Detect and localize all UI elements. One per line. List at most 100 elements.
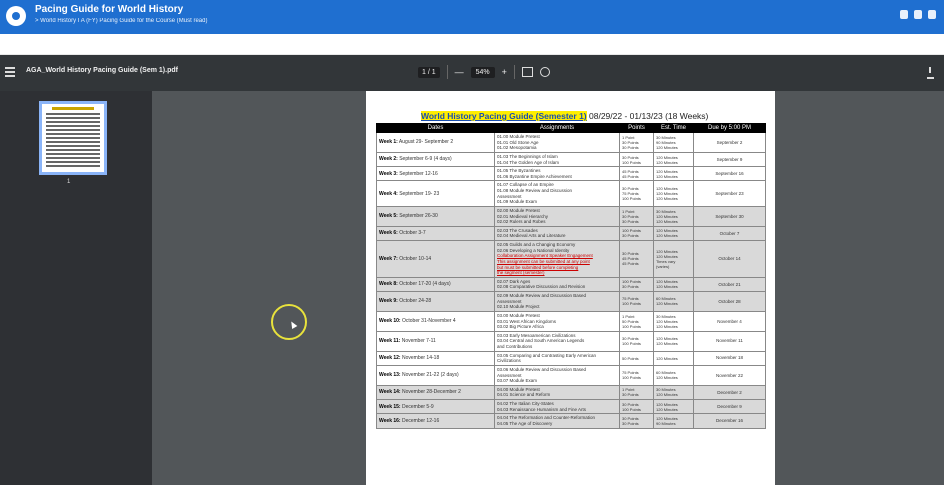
table-row: Week 16: December 12-16 04.04 The Reforma… (376, 413, 766, 429)
due-date-cell: October 28 (693, 291, 766, 312)
est-time-cell: 120 Minutes 120 Minutes (653, 166, 694, 182)
points-cell: 30 Points 100 Points (619, 398, 654, 415)
table-row: Week 8: October 17-20 (4 days) 02.07 Dark… (376, 276, 766, 293)
due-date-cell: December 2 (693, 384, 766, 401)
table-row: Week 7: October 10-14 02.05 Guilds and a … (376, 240, 766, 278)
thumbnail-page-number: 1 (67, 179, 71, 185)
assignments-cell: 04.00 Module Pretest 04.01 Science and Re… (494, 384, 620, 401)
points-cell: 30 Points 45 Points 45 Points (619, 240, 654, 278)
est-time-cell: 30 Minutes 120 Minutes 120 Minutes (653, 205, 694, 227)
due-date-cell: September 2 (693, 132, 766, 153)
menu-icon[interactable] (5, 67, 15, 77)
rotate-icon[interactable] (539, 67, 550, 77)
table-row: Week 5: September 26-30 02.00 Module Pret… (376, 205, 766, 227)
assignments-cell: 03.00 Module Pretest 03.01 West African K… (494, 310, 620, 332)
week-cell: Week 11: November 7-11 (376, 330, 495, 352)
week-cell: Week 3: September 12-16 (376, 166, 495, 182)
download-icon[interactable] (927, 67, 934, 79)
pdf-filename: AGA_World History Pacing Guide (Sem 1).p… (26, 67, 178, 74)
app-header: Pacing Guide for World History > World H… (0, 0, 944, 34)
table-row: Week 1: August 29- September 2 01.00 Modu… (376, 132, 766, 153)
due-date-cell: November 22 (693, 364, 766, 386)
est-time-cell: 30 Minutes 90 Minutes 120 Minutes (653, 132, 694, 153)
table-row: Week 2: September 6-9 (4 days) 01.03 The … (376, 151, 766, 168)
table-row: Week 10: October 31-November 4 03.00 Modu… (376, 310, 766, 332)
est-time-cell: 120 Minutes 120 Minutes Times vary (varies) (653, 240, 694, 278)
open-in-new-icon[interactable] (914, 10, 922, 19)
zoom-level-input[interactable]: 54% (470, 66, 495, 78)
table-row: Week 4: September 19- 23 01.07 Collapse o… (376, 180, 766, 207)
close-icon[interactable] (928, 10, 936, 19)
est-time-cell: 60 Minutes 120 Minutes (653, 364, 694, 386)
zoom-out-button[interactable]: — (455, 67, 464, 77)
week-cell: Week 4: September 19- 23 (376, 180, 495, 207)
table-row: Week 12: November 14-18 03.05 Comparing a… (376, 350, 766, 366)
assignments-cell: 01.00 Module Pretest 01.01 Old Stone Age 0… (494, 132, 620, 153)
week-cell: Week 12: November 14-18 (376, 350, 495, 366)
points-cell: 75 Points 100 Points (619, 291, 654, 312)
header-spacer (0, 34, 944, 55)
points-cell: 30 Points 75 Points 100 Points (619, 180, 654, 207)
week-cell: Week 9: October 24-28 (376, 291, 495, 312)
column-header: Assignments (494, 123, 620, 133)
assignments-cell: 01.03 The Beginnings of Islam 01.04 The G… (494, 151, 620, 168)
assignments-cell: 02.07 Dark Ages 02.08 Comparative Discuss… (494, 276, 620, 293)
est-time-cell: 120 Minutes 120 Minutes 120 Minutes (653, 180, 694, 207)
est-time-cell: 120 Minutes 120 Minutes (653, 398, 694, 415)
table-row: Week 3: September 12-16 01.05 The Byzanti… (376, 166, 766, 182)
divider (446, 65, 448, 79)
points-cell: 100 Points 30 Points (619, 276, 654, 293)
page-thumbnail[interactable] (39, 101, 107, 175)
column-header: Dates (376, 123, 495, 133)
assignments-cell: 01.05 The Byzantines 01.06 Byzantine Empi… (494, 166, 620, 182)
table-row: Week 15: December 5-9 04.02 The Italian C… (376, 398, 766, 415)
due-date-cell: September 23 (693, 180, 766, 207)
column-header: Est. Time (653, 123, 694, 133)
assignments-cell: 03.06 Module Review and Discussion Based… (494, 364, 620, 386)
week-cell: Week 8: October 17-20 (4 days) (376, 276, 495, 293)
document-title-main: World History Pacing Guide (Semester 1) (421, 111, 587, 121)
est-time-cell: 120 Minutes 120 Minutes (653, 330, 694, 352)
points-cell: 1 Point 30 Points 30 Points (619, 205, 654, 227)
est-time-cell: 60 Minutes 120 Minutes (653, 291, 694, 312)
page-indicator[interactable]: 1 / 1 (418, 66, 440, 78)
points-cell: 45 Points 45 Points (619, 166, 654, 182)
column-header: Due by 5:00 PM (693, 123, 766, 133)
thumbnail-sidebar: 1 (0, 91, 152, 485)
breadcrumb[interactable]: > World History I A (FY) Pacing Guide fo… (35, 18, 207, 24)
due-date-cell: September 16 (693, 166, 766, 182)
table-row: Week 9: October 24-28 02.09 Module Review… (376, 291, 766, 312)
divider (513, 65, 515, 79)
est-time-cell: 30 Minutes 120 Minutes 120 Minutes (653, 310, 694, 332)
fit-to-page-icon[interactable] (521, 67, 533, 77)
assignments-cell: 01.07 Collapse of an Empire 01.08 Module … (494, 180, 620, 207)
table-row: Week 6: October 3-7 02.03 The Crusades 02.… (376, 225, 766, 242)
points-cell: 100 Points 30 Points (619, 225, 654, 242)
points-cell: 1 Point 50 Points 100 Points (619, 310, 654, 332)
est-time-cell: 120 Minutes 120 Minutes (653, 151, 694, 168)
points-cell: 30 Points 100 Points (619, 151, 654, 168)
est-time-cell: 30 Minutes 120 Minutes (653, 384, 694, 401)
week-cell: Week 2: September 6-9 (4 days) (376, 151, 495, 168)
app-logo-icon[interactable] (6, 6, 26, 26)
due-date-cell: September 9 (693, 151, 766, 168)
points-cell: 30 Points 100 Points (619, 330, 654, 352)
document-title: World History Pacing Guide (Semester 1) … (421, 111, 708, 121)
points-cell: 1 Point 30 Points 30 Points (619, 132, 654, 153)
assignments-cell: 02.00 Module Pretest 02.01 Medieval Hiera… (494, 205, 620, 227)
est-time-cell: 120 Minutes (653, 350, 694, 366)
due-date-cell: November 11 (693, 330, 766, 352)
zoom-in-button[interactable]: + (502, 67, 507, 77)
assignments-cell: 04.04 The Reformation and Counter-Reform… (494, 413, 620, 429)
table-row: Week 13: November 21-22 (2 days) 03.06 Mo… (376, 364, 766, 386)
points-cell: 30 Points 30 Points (619, 413, 654, 429)
assignments-cell: 02.05 Guilds and a Changing Economy 02.06… (494, 240, 620, 278)
due-date-cell: October 21 (693, 276, 766, 293)
header-actions (900, 10, 936, 19)
est-time-cell: 120 Minutes 120 Minutes (653, 276, 694, 293)
due-date-cell: November 4 (693, 310, 766, 332)
due-date-cell: October 14 (693, 240, 766, 278)
print-icon[interactable] (900, 10, 908, 19)
due-date-cell: December 16 (693, 413, 766, 429)
week-cell: Week 6: October 3-7 (376, 225, 495, 242)
